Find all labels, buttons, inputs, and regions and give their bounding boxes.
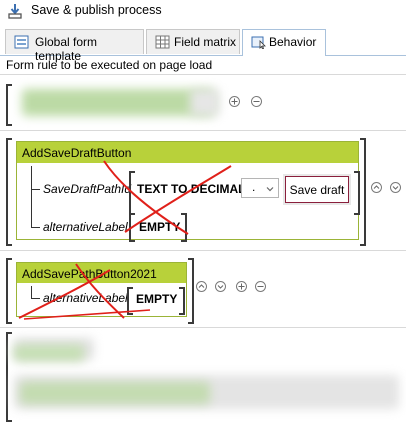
- decimal-separator-select[interactable]: .: [241, 178, 279, 198]
- divider: [0, 130, 406, 131]
- rule-header: AddSavePathButton2021: [17, 263, 186, 283]
- value-empty[interactable]: EMPTY: [139, 220, 180, 234]
- tab-bar: Global form template Field matrix Behavi…: [0, 29, 406, 63]
- value-empty[interactable]: EMPTY: [136, 292, 177, 306]
- divider: [0, 327, 406, 328]
- divider: [0, 74, 406, 75]
- blurred-rule: [14, 345, 84, 361]
- bracket: [188, 258, 194, 324]
- param-label-alternative-label: alternativeLabel: [43, 220, 128, 234]
- form-template-icon: [14, 35, 29, 49]
- save-publish-icon[interactable]: [8, 3, 22, 19]
- page-subtitle: Form rule to be executed on page load: [6, 58, 213, 72]
- rule-name: AddSaveDraftButton: [22, 146, 132, 160]
- bracket: [127, 287, 133, 315]
- add-circle-icon[interactable]: [236, 281, 247, 292]
- bracket: [129, 171, 135, 215]
- behavior-icon: [251, 35, 266, 50]
- tab-global-form-template[interactable]: Global form template: [5, 29, 144, 63]
- tab-label: Behavior: [269, 35, 317, 49]
- save-publish-button[interactable]: Save & publish process: [31, 3, 162, 17]
- tree-line: [31, 227, 40, 228]
- move-down-circle-icon[interactable]: [215, 281, 226, 292]
- value-text-to-decimal[interactable]: TEXT TO DECIMAL: [137, 182, 245, 196]
- remove-circle-icon[interactable]: [251, 96, 262, 107]
- bracket: [6, 258, 12, 324]
- tab-label: Field matrix: [174, 35, 237, 49]
- bracket: [181, 213, 187, 242]
- param-label-alternative-label: alternativeLabel: [43, 291, 128, 305]
- rule-add-save-path-button-2021[interactable]: AddSavePathButton2021: [16, 262, 187, 317]
- tree-line: [31, 286, 32, 298]
- tree-line: [31, 166, 32, 228]
- bracket: [6, 332, 12, 422]
- tab-field-matrix[interactable]: Field matrix: [146, 29, 240, 54]
- select-value: .: [252, 180, 256, 194]
- move-up-circle-icon[interactable]: [196, 281, 207, 292]
- tree-line: [31, 189, 40, 190]
- chevron-down-icon: [266, 182, 274, 196]
- bracket: [360, 138, 366, 246]
- tab-behavior[interactable]: Behavior: [242, 29, 326, 56]
- grid-icon: [155, 35, 170, 49]
- blurred-rule: [22, 89, 214, 116]
- bracket: [6, 138, 12, 246]
- rule-name: AddSavePathButton2021: [22, 267, 157, 281]
- bracket: [6, 84, 12, 126]
- blurred-rule: [20, 382, 210, 404]
- toolbar: Save & publish process: [0, 0, 406, 23]
- rule-header: AddSaveDraftButton: [17, 142, 358, 163]
- blurred-rule-tail: [190, 89, 220, 116]
- bracket: [179, 287, 185, 315]
- tree-line: [31, 298, 40, 299]
- add-circle-icon[interactable]: [229, 96, 240, 107]
- bracket: [354, 171, 360, 215]
- bracket: [129, 213, 135, 242]
- save-draft-button[interactable]: Save draft: [283, 174, 351, 205]
- move-down-circle-icon[interactable]: [390, 182, 401, 193]
- param-label-save-draft-path-id: SaveDraftPathId: [43, 182, 132, 196]
- divider: [0, 250, 406, 251]
- remove-circle-icon[interactable]: [255, 281, 266, 292]
- move-up-circle-icon[interactable]: [371, 182, 382, 193]
